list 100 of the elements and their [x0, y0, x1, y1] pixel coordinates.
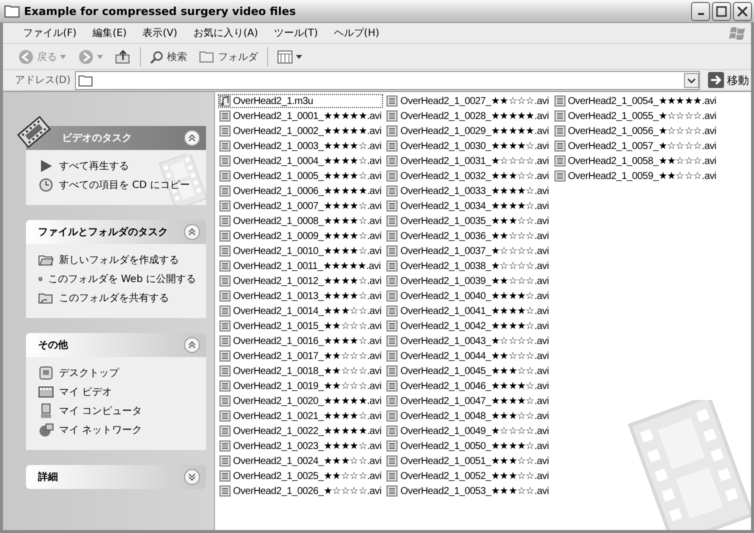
- file-item[interactable]: OverHead2_1_0020_★★★★★.avi: [218, 394, 384, 408]
- file-item[interactable]: OverHead2_1_0035_★★★☆☆.avi: [385, 214, 551, 228]
- file-item[interactable]: OverHead2_1_0056_★☆☆☆☆.avi: [552, 124, 718, 138]
- file-item[interactable]: OverHead2_1_0047_★★★★☆.avi: [385, 394, 551, 408]
- file-item[interactable]: OverHead2_1_0011_★★★★★.avi: [218, 259, 384, 273]
- file-item[interactable]: OverHead2_1_0002_★★★★★.avi: [218, 124, 384, 138]
- file-item[interactable]: OverHead2_1_0003_★★★★☆.avi: [218, 139, 384, 153]
- file-item[interactable]: OverHead2_1_0018_★★☆☆☆.avi: [218, 364, 384, 378]
- file-item[interactable]: OverHead2_1_0032_★★★☆☆.avi: [385, 169, 551, 183]
- file-item[interactable]: OverHead2_1_0039_★★☆☆☆.avi: [385, 274, 551, 288]
- file-item[interactable]: OverHead2_1_0034_★★★★☆.avi: [385, 199, 551, 213]
- file-item[interactable]: OverHead2_1_0023_★★★★☆.avi: [218, 439, 384, 453]
- task-link[interactable]: マイ ビデオ: [38, 384, 196, 400]
- maximize-button[interactable]: [712, 2, 731, 20]
- file-item[interactable]: OverHead2_1_0015_★★☆☆☆.avi: [218, 319, 384, 333]
- file-item[interactable]: OverHead2_1_0009_★★★★☆.avi: [218, 229, 384, 243]
- video-file-icon: [219, 245, 231, 257]
- file-item[interactable]: OverHead2_1_0053_★★★☆☆.avi: [385, 484, 551, 498]
- video-file-icon: [386, 395, 398, 407]
- file-item[interactable]: OverHead2_1_0031_★☆☆☆☆.avi: [385, 154, 551, 168]
- file-item[interactable]: OverHead2_1_0006_★★★★★.avi: [218, 184, 384, 198]
- file-item[interactable]: OverHead2_1_0030_★★★★☆.avi: [385, 139, 551, 153]
- file-item[interactable]: OverHead2_1_0052_★★★☆☆.avi: [385, 469, 551, 483]
- folder-icon: [199, 50, 215, 64]
- task-link[interactable]: 新しいフォルダを作成する: [38, 252, 196, 268]
- file-item[interactable]: OverHead2_1_0001_★★★★★.avi: [218, 109, 384, 123]
- menu-item[interactable]: ヘルプ(H): [328, 25, 386, 41]
- task-link[interactable]: このフォルダを Web に公開する: [38, 271, 196, 287]
- file-item[interactable]: OverHead2_1_0041_★★★★☆.avi: [385, 304, 551, 318]
- panel-title: その他: [38, 338, 68, 352]
- file-item[interactable]: OverHead2_1_0010_★★★★☆.avi: [218, 244, 384, 258]
- collapse-button[interactable]: [184, 337, 200, 353]
- video-file-icon: [219, 350, 231, 362]
- file-item[interactable]: OverHead2_1_0057_★☆☆☆☆.avi: [552, 139, 718, 153]
- file-item[interactable]: OverHead2_1_0021_★★★★☆.avi: [218, 409, 384, 423]
- file-item[interactable]: OverHead2_1_0055_★☆☆☆☆.avi: [552, 109, 718, 123]
- file-item[interactable]: OverHead2_1_0040_★★★★☆.avi: [385, 289, 551, 303]
- file-item[interactable]: OverHead2_1_0012_★★★★☆.avi: [218, 274, 384, 288]
- file-item[interactable]: OverHead2_1_0037_★☆☆☆☆.avi: [385, 244, 551, 258]
- file-item[interactable]: OverHead2_1_0044_★★☆☆☆.avi: [385, 349, 551, 363]
- file-item[interactable]: OverHead2_1_0019_★★☆☆☆.avi: [218, 379, 384, 393]
- file-item[interactable]: OverHead2_1_0026_★☆☆☆☆.avi: [218, 484, 384, 498]
- file-item[interactable]: OverHead2_1_0017_★★☆☆☆.avi: [218, 349, 384, 363]
- task-link[interactable]: このフォルダを共有する: [38, 290, 196, 306]
- file-item[interactable]: OverHead2_1_0049_★☆☆☆☆.avi: [385, 424, 551, 438]
- file-item[interactable]: OverHead2_1_0024_★★★☆☆.avi: [218, 454, 384, 468]
- video-file-icon: [386, 245, 398, 257]
- film-folder-icon: [38, 384, 54, 400]
- search-button[interactable]: 検索: [147, 48, 190, 66]
- file-item[interactable]: OverHead2_1_0043_★☆☆☆☆.avi: [385, 334, 551, 348]
- panel-title: 詳細: [38, 470, 58, 484]
- file-item[interactable]: OverHead2_1.m3u: [218, 94, 384, 108]
- file-item[interactable]: OverHead2_1_0028_★★★★★.avi: [385, 109, 551, 123]
- file-item[interactable]: OverHead2_1_0007_★★★★☆.avi: [218, 199, 384, 213]
- menu-item[interactable]: ファイル(F): [17, 25, 83, 41]
- file-item[interactable]: OverHead2_1_0036_★★☆☆☆.avi: [385, 229, 551, 243]
- task-link[interactable]: マイ ネットワーク: [38, 422, 196, 438]
- panel-header[interactable]: 詳細: [26, 465, 206, 489]
- menu-item[interactable]: 表示(V): [136, 25, 184, 41]
- video-file-icon: [554, 155, 566, 167]
- expand-button[interactable]: [184, 469, 200, 485]
- file-item[interactable]: OverHead2_1_0029_★★★★★.avi: [385, 124, 551, 138]
- close-button[interactable]: [733, 2, 752, 20]
- video-file-icon: [386, 110, 398, 122]
- go-button[interactable]: 移動: [704, 72, 751, 88]
- menu-item[interactable]: 編集(E): [86, 25, 133, 41]
- task-link[interactable]: マイ コンピュータ: [38, 403, 196, 419]
- file-item[interactable]: OverHead2_1_0008_★★★★☆.avi: [218, 214, 384, 228]
- collapse-button[interactable]: [184, 130, 200, 146]
- file-item[interactable]: OverHead2_1_0016_★★★★☆.avi: [218, 334, 384, 348]
- minimize-button[interactable]: [691, 2, 710, 20]
- collapse-button[interactable]: [184, 224, 200, 240]
- file-item[interactable]: OverHead2_1_0027_★★☆☆☆.avi: [385, 94, 551, 108]
- file-item[interactable]: OverHead2_1_0046_★★★★☆.avi: [385, 379, 551, 393]
- file-item[interactable]: OverHead2_1_0004_★★★★☆.avi: [218, 154, 384, 168]
- file-item[interactable]: OverHead2_1_0022_★★★★★.avi: [218, 424, 384, 438]
- menu-item[interactable]: お気に入り(A): [187, 25, 264, 41]
- file-item[interactable]: OverHead2_1_0025_★★☆☆☆.avi: [218, 469, 384, 483]
- folders-button[interactable]: フォルダ: [196, 48, 261, 66]
- file-item[interactable]: OverHead2_1_0013_★★★★☆.avi: [218, 289, 384, 303]
- panel-header[interactable]: ファイルとフォルダのタスク: [26, 220, 206, 244]
- file-item[interactable]: OverHead2_1_0033_★★★★☆.avi: [385, 184, 551, 198]
- file-item[interactable]: OverHead2_1_0005_★★★★☆.avi: [218, 169, 384, 183]
- file-item[interactable]: OverHead2_1_0014_★★★☆☆.avi: [218, 304, 384, 318]
- file-item[interactable]: OverHead2_1_0048_★★★☆☆.avi: [385, 409, 551, 423]
- panel-header[interactable]: その他: [26, 333, 206, 357]
- file-item[interactable]: OverHead2_1_0042_★★★★☆.avi: [385, 319, 551, 333]
- file-item[interactable]: OverHead2_1_0050_★★★★☆.avi: [385, 439, 551, 453]
- file-item[interactable]: OverHead2_1_0051_★★★☆☆.avi: [385, 454, 551, 468]
- task-link[interactable]: デスクトップ: [38, 365, 196, 381]
- file-item[interactable]: OverHead2_1_0038_★☆☆☆☆.avi: [385, 259, 551, 273]
- file-item[interactable]: OverHead2_1_0045_★★★☆☆.avi: [385, 364, 551, 378]
- task-link[interactable]: すべての項目を CD にコピー: [38, 177, 196, 193]
- file-item[interactable]: OverHead2_1_0058_★★☆☆☆.avi: [552, 154, 718, 168]
- double-chevron-up-icon: [188, 134, 196, 142]
- menu-item[interactable]: ツール(T): [268, 25, 324, 41]
- address-field[interactable]: [74, 70, 700, 90]
- file-item[interactable]: OverHead2_1_0054_★★★★★.avi: [552, 94, 718, 108]
- task-link[interactable]: すべて再生する: [38, 158, 196, 174]
- file-item[interactable]: OverHead2_1_0059_★★☆☆☆.avi: [552, 169, 718, 183]
